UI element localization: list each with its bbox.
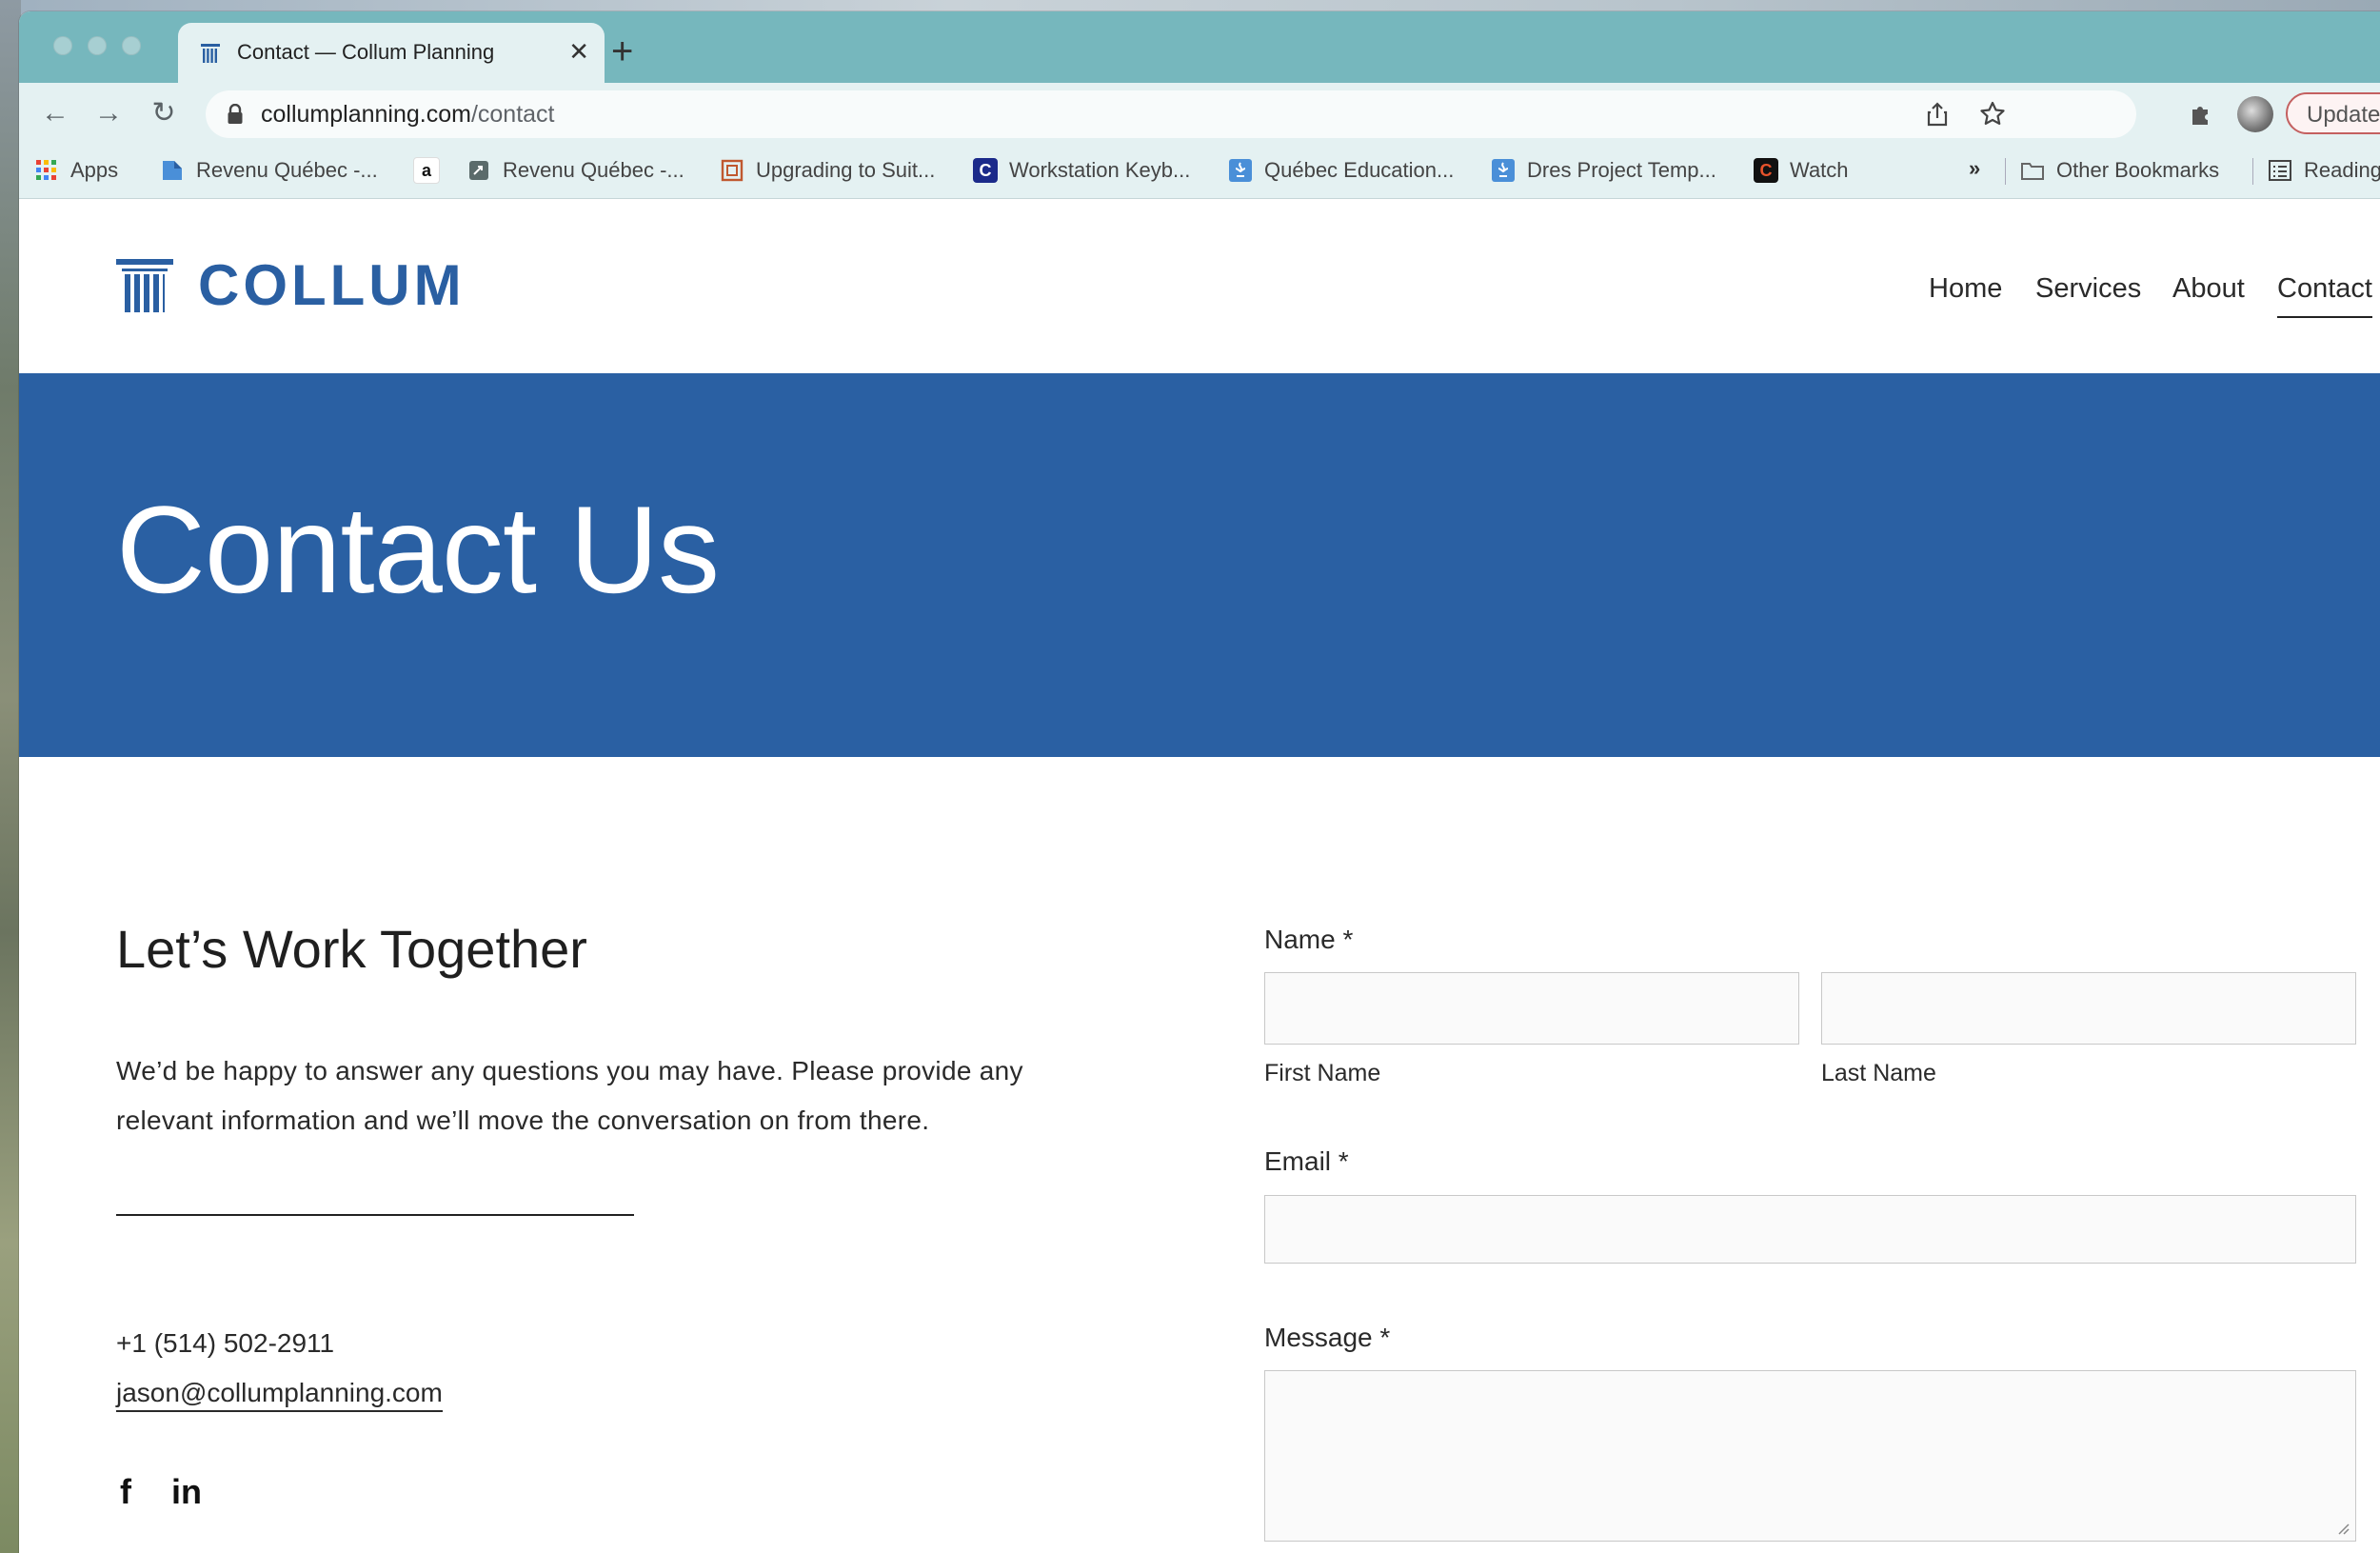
bookmarks-overflow-chevron[interactable]: » xyxy=(1969,156,1980,181)
extensions-puzzle-icon[interactable] xyxy=(2187,100,2215,129)
address-bar[interactable]: collumplanning.com/contact xyxy=(206,90,2136,138)
new-tab-button[interactable]: + xyxy=(611,32,633,70)
message-field[interactable] xyxy=(1264,1370,2356,1542)
first-name-input[interactable] xyxy=(1265,973,1798,1044)
bookmark-label: Apps xyxy=(70,158,119,182)
last-name-field[interactable] xyxy=(1821,972,2356,1045)
apps-grid-icon xyxy=(36,160,56,180)
resize-handle-icon[interactable] xyxy=(2336,1522,2350,1535)
window-controls xyxy=(53,36,141,55)
bookmark-label: Workstation Keyb... xyxy=(1009,158,1191,182)
desktop-background-left xyxy=(0,0,21,1553)
nav-about[interactable]: About xyxy=(2172,273,2245,305)
back-button[interactable]: ← xyxy=(38,96,72,130)
bookmarks-divider xyxy=(2252,158,2253,185)
revenu-quebec-doc-icon xyxy=(469,161,488,180)
facebook-icon[interactable]: f xyxy=(120,1472,131,1512)
first-name-label: First Name xyxy=(1264,1060,1381,1086)
bookmark-revenu-quebec-1[interactable]: Revenu Québec -... xyxy=(160,156,378,185)
bookmark-label: Québec Education... xyxy=(1264,158,1455,182)
bookmark-label: Dres Project Temp... xyxy=(1527,158,1716,182)
profile-avatar[interactable] xyxy=(2237,96,2273,132)
close-window-button[interactable] xyxy=(53,36,72,55)
amazon-icon: a xyxy=(413,157,440,184)
folder-icon xyxy=(2021,163,2044,180)
update-button[interactable]: Update xyxy=(2286,92,2380,134)
bookmark-label: Revenu Québec -... xyxy=(196,158,378,182)
nav-contact[interactable]: Contact xyxy=(2277,273,2372,318)
email-field[interactable] xyxy=(1264,1195,2356,1264)
suite-icon xyxy=(721,159,744,182)
nav-home[interactable]: Home xyxy=(1929,273,2002,305)
workstation-icon: C xyxy=(973,158,998,183)
bookmark-label: Watch xyxy=(1790,158,1849,182)
collum-favicon-icon xyxy=(201,44,220,63)
tab-title: Contact — Collum Planning xyxy=(237,40,495,64)
quebec-fleur-icon xyxy=(1492,159,1515,182)
url-text: collumplanning.com/contact xyxy=(261,101,555,129)
phone-number: +1 (514) 502-2911 xyxy=(116,1328,335,1358)
bookmark-label: Other Bookmarks xyxy=(2056,158,2220,182)
message-textarea[interactable] xyxy=(1265,1371,2355,1541)
email-label: Email * xyxy=(1264,1146,1349,1176)
minimize-window-button[interactable] xyxy=(88,36,107,55)
watch-c-icon: C xyxy=(1754,158,1778,183)
lock-icon xyxy=(228,104,243,124)
tab-active[interactable]: Contact — Collum Planning ✕ xyxy=(178,23,605,84)
linkedin-icon[interactable]: in xyxy=(171,1472,202,1512)
tab-strip: Contact — Collum Planning ✕ + xyxy=(19,11,2380,84)
first-name-field[interactable] xyxy=(1264,972,1799,1045)
share-icon[interactable] xyxy=(1923,100,1952,129)
bookmark-watch[interactable]: C Watch xyxy=(1754,156,1849,185)
section-heading: Let’s Work Together xyxy=(116,919,587,979)
reading-list-icon xyxy=(2269,160,2291,181)
email-link[interactable]: jason@collumplanning.com xyxy=(116,1378,443,1412)
bookmark-label: Revenu Québec -... xyxy=(503,158,684,182)
browser-toolbar: ← → ↻ collumplanning.com/contact Update xyxy=(19,83,2380,145)
bookmark-quebec-education[interactable]: Québec Education... xyxy=(1228,156,1454,185)
web-page: COLLUM Home Services About Contact Conta… xyxy=(19,199,2380,1553)
bookmarks-divider xyxy=(2005,158,2006,185)
bookmark-upgrading[interactable]: Upgrading to Suit... xyxy=(720,156,935,185)
zoom-window-button[interactable] xyxy=(122,36,141,55)
tab-close-icon[interactable]: ✕ xyxy=(568,36,589,67)
bookmark-other[interactable]: Other Bookmarks xyxy=(2020,156,2219,185)
bookmark-amazon[interactable]: a xyxy=(413,156,440,185)
reload-button[interactable]: ↻ xyxy=(147,96,181,130)
revenu-quebec-icon xyxy=(163,161,182,180)
url-path: /contact xyxy=(470,101,555,128)
bookmark-workstation[interactable]: C Workstation Keyb... xyxy=(973,156,1190,185)
last-name-label: Last Name xyxy=(1821,1060,1936,1086)
hero-banner: Contact Us xyxy=(19,373,2380,757)
bookmarks-bar: Apps Revenu Québec -... a Revenu Québec … xyxy=(19,145,2380,199)
intro-paragraph: We’d be happy to answer any questions yo… xyxy=(116,1056,1023,1135)
bookmark-apps[interactable]: Apps xyxy=(34,156,118,185)
divider-line xyxy=(116,1214,634,1216)
column-logo-icon xyxy=(116,258,173,312)
bookmark-dres-project[interactable]: Dres Project Temp... xyxy=(1491,156,1716,185)
name-label: Name * xyxy=(1264,925,1354,954)
page-title: Contact Us xyxy=(116,480,720,619)
browser-window: Contact — Collum Planning ✕ + ← → ↻ coll… xyxy=(19,11,2380,1553)
bookmark-label: Reading xyxy=(2304,158,2380,182)
email-input[interactable] xyxy=(1265,1196,2355,1263)
quebec-fleur-icon xyxy=(1229,159,1252,182)
bookmark-label: Upgrading to Suit... xyxy=(756,158,936,182)
site-logo[interactable]: COLLUM xyxy=(116,252,466,318)
bookmark-star-icon[interactable] xyxy=(1978,100,2007,129)
nav-services[interactable]: Services xyxy=(2035,273,2141,305)
url-host: collumplanning.com xyxy=(261,101,471,128)
bookmark-reading-list[interactable]: Reading xyxy=(2268,156,2380,185)
message-label: Message * xyxy=(1264,1323,1391,1352)
logo-text: COLLUM xyxy=(198,253,466,317)
last-name-input[interactable] xyxy=(1822,973,2355,1044)
bookmark-revenu-quebec-2[interactable]: Revenu Québec -... xyxy=(466,156,684,185)
forward-button[interactable]: → xyxy=(91,96,126,130)
